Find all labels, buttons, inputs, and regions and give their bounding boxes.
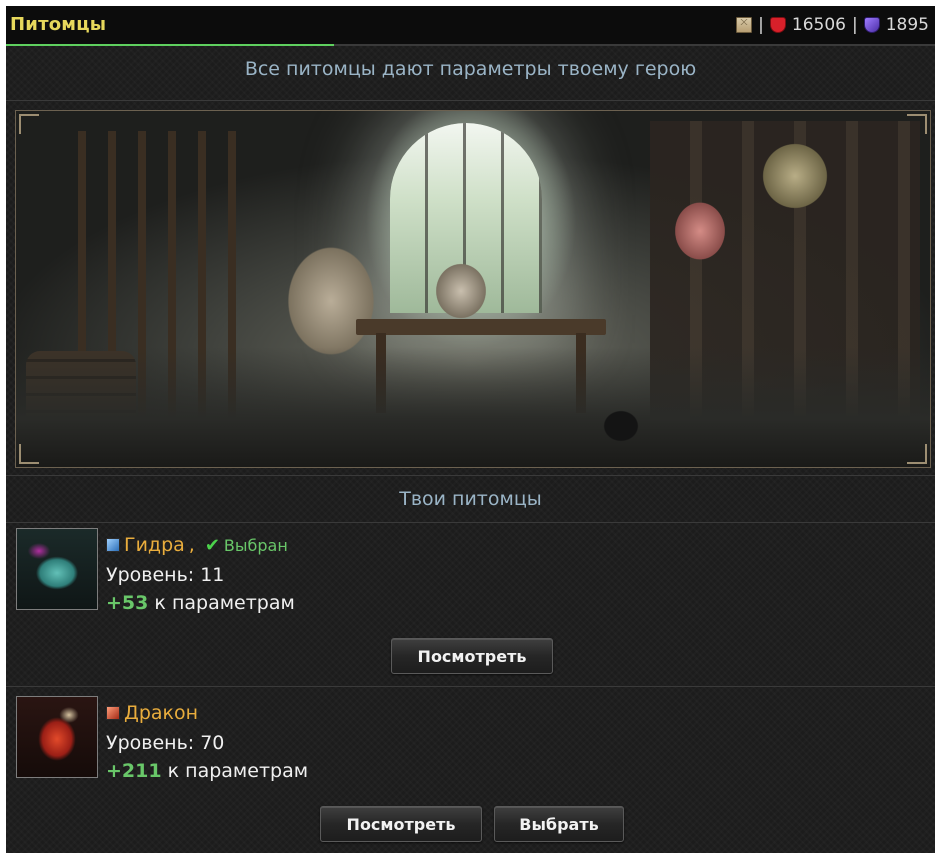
divider [6, 686, 935, 687]
floor [16, 347, 930, 467]
bonus-suffix: к параметрам [167, 760, 309, 782]
selected-label: Выбран [223, 535, 288, 555]
mail-icon[interactable] [736, 17, 753, 33]
level-label: Уровень: [106, 564, 195, 586]
health-icon [769, 17, 786, 33]
pet-name-line: Гидра, ✔ Выбран [106, 534, 288, 556]
pets-page: Питомцы | 16506 | 1895 Все питомцы дают … [6, 6, 935, 853]
tab-underline [6, 44, 334, 46]
pet-name-line: Дракон [106, 702, 198, 724]
frame-corner [19, 444, 39, 464]
pet-level: Уровень: 11 [106, 564, 224, 586]
pet-bonus: +53 к параметрам [106, 592, 295, 614]
horse-creature [750, 131, 840, 221]
pet-bonus: +211 к параметрам [106, 760, 308, 782]
mana-value: 1895 [885, 15, 929, 35]
comma: , [188, 534, 195, 556]
separator: | [852, 15, 858, 35]
bonus-suffix: к параметрам [154, 592, 295, 614]
level-value: 70 [200, 732, 225, 754]
frame-corner [907, 114, 927, 134]
hydra-avatar[interactable] [16, 528, 98, 610]
health-value: 16506 [791, 15, 846, 35]
page-title: Питомцы [10, 14, 107, 35]
separator: | [758, 15, 764, 35]
intro-text: Все питомцы дают параметры твоему герою [244, 58, 697, 80]
pets-section-title: Твои питомцы [399, 488, 542, 510]
divider [6, 100, 935, 101]
level-label: Уровень: [106, 732, 195, 754]
pet-shop-scene-image [15, 110, 931, 468]
pet-name[interactable]: Дракон [124, 702, 198, 724]
bonus-value: +211 [106, 760, 162, 782]
pet-name[interactable]: Гидра [124, 534, 185, 556]
checkmark-icon: ✔ [204, 534, 220, 556]
level-value: 11 [200, 564, 225, 586]
keeper-figure [426, 251, 496, 326]
dragon-avatar[interactable] [16, 696, 98, 778]
frame-corner [19, 114, 39, 134]
view-button[interactable]: Посмотреть [320, 806, 482, 842]
frame-corner [907, 444, 927, 464]
pig-creature [665, 191, 735, 271]
select-button[interactable]: Выбрать [494, 806, 624, 842]
cat-figure [596, 401, 646, 446]
view-button[interactable]: Посмотреть [391, 638, 553, 674]
divider [6, 475, 935, 476]
fire-element-icon [106, 706, 120, 720]
mana-icon [863, 17, 880, 33]
resource-bar: | 16506 | 1895 [736, 15, 929, 35]
water-element-icon [106, 538, 120, 552]
pet-level: Уровень: 70 [106, 732, 224, 754]
bonus-value: +53 [106, 592, 149, 614]
top-bar: Питомцы | 16506 | 1895 [6, 6, 935, 46]
divider [6, 522, 935, 523]
